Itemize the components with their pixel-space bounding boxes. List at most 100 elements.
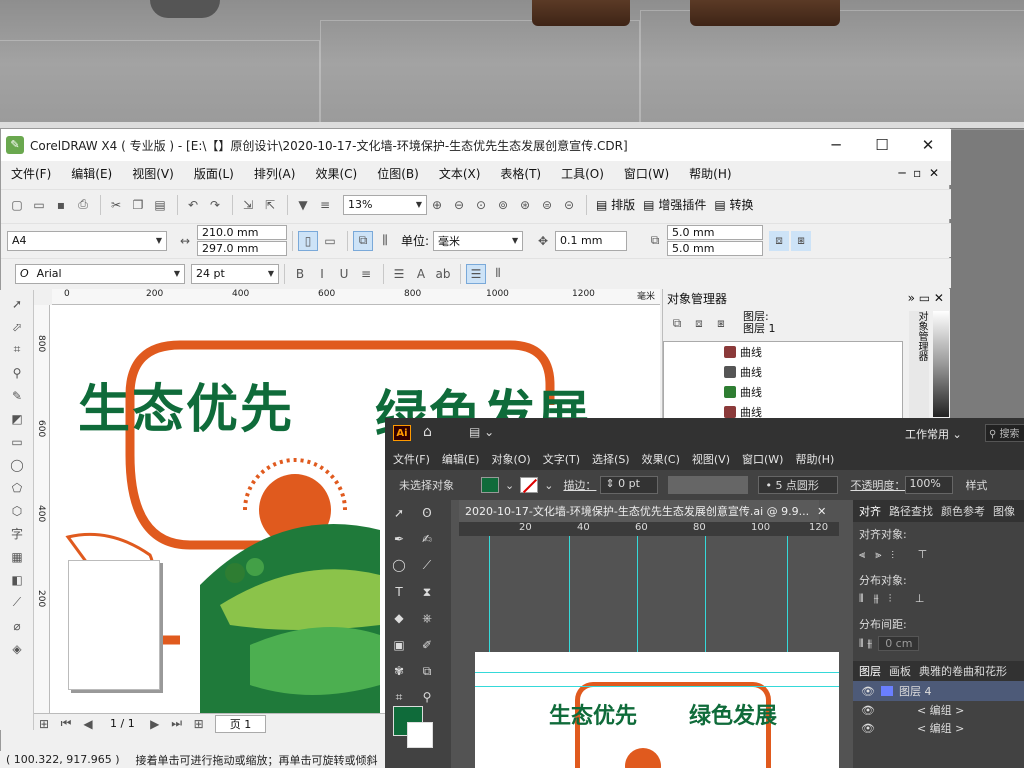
duplicate-x-field[interactable]: 5.0 mm xyxy=(667,225,764,240)
export-icon[interactable]: ⇱ xyxy=(260,195,280,215)
warp-tool-icon[interactable]: ⎈ xyxy=(415,609,439,629)
save-icon[interactable]: ▪ xyxy=(51,195,71,215)
menu-arrange[interactable]: 排列(A) xyxy=(254,165,296,182)
layer-row[interactable]: 👁 < 编组 > xyxy=(853,701,1024,719)
text-tool-icon[interactable]: 字 xyxy=(7,524,27,543)
snap-icon[interactable]: ⧆ xyxy=(791,230,812,251)
artboard-tool-icon[interactable]: ⌗ xyxy=(387,688,411,708)
tab-align[interactable]: 对齐 xyxy=(859,503,881,519)
ai-menu-file[interactable]: 文件(F) xyxy=(393,451,430,467)
brush-definition[interactable]: • 5 点圆形 xyxy=(758,476,839,494)
interactive-tool-icon[interactable]: ◧ xyxy=(7,570,27,589)
type-tool-icon[interactable]: T xyxy=(387,582,411,602)
publish-pdf-icon[interactable]: ▼ xyxy=(293,195,313,215)
tab-pathfinder[interactable]: 路径查找 xyxy=(889,503,933,519)
ai-document-area[interactable]: 20 40 60 80 100 120 生态优先 绿色发展 xyxy=(459,522,839,768)
curvature-tool-icon[interactable]: ✍ xyxy=(415,529,439,549)
spacing-buttons[interactable]: ⫴ ⫵ xyxy=(859,637,872,651)
eyedropper-tool-icon[interactable]: ⟋ xyxy=(7,593,27,612)
maximize-button[interactable]: ☐ xyxy=(859,129,905,161)
symbol-sprayer-icon[interactable]: ✾ xyxy=(387,661,411,681)
page-height-field[interactable]: 297.0 mm xyxy=(197,241,287,256)
menu-file[interactable]: 文件(F) xyxy=(11,165,51,182)
zoom-height-icon[interactable]: ⊝ xyxy=(559,195,579,215)
eye-icon[interactable]: 👁 xyxy=(861,722,875,735)
menu-table[interactable]: 表格(T) xyxy=(500,165,541,182)
page-width-field[interactable]: 210.0 mm xyxy=(197,225,287,240)
zoom-all-icon[interactable]: ⊚ xyxy=(493,195,513,215)
undo-icon[interactable]: ↶ xyxy=(183,195,203,215)
polygon-tool-icon[interactable]: ⬠ xyxy=(7,478,27,497)
eye-icon[interactable]: 👁 xyxy=(861,704,875,717)
ellipse-tool-icon[interactable]: ◯ xyxy=(7,455,27,474)
copy-icon[interactable]: ❐ xyxy=(128,195,148,215)
shape-builder-icon[interactable]: ▣ xyxy=(387,635,411,655)
fill-swatch[interactable] xyxy=(481,477,499,493)
menu-window[interactable]: 窗口(W) xyxy=(624,165,669,182)
vertical-text-icon[interactable]: ⦀ xyxy=(488,264,508,284)
zoom-width-icon[interactable]: ⊜ xyxy=(537,195,557,215)
stroke-color-icon[interactable] xyxy=(407,722,433,748)
align-icon[interactable]: ≡ xyxy=(356,264,376,284)
tab-brushes[interactable]: 典雅的卷曲和花形 xyxy=(919,663,1007,679)
prev-page-icon[interactable]: ◀ xyxy=(78,714,98,734)
shape-tool-icon[interactable]: ⬀ xyxy=(7,317,27,336)
freehand-tool-icon[interactable]: ✎ xyxy=(7,386,27,405)
edit-text-icon[interactable]: ab xyxy=(433,264,453,284)
paper-size-combo[interactable]: A4 ▼ xyxy=(7,230,167,251)
ai-menu-effect[interactable]: 效果(C) xyxy=(642,451,680,467)
menu-help[interactable]: 帮助(H) xyxy=(689,165,731,182)
basic-shapes-icon[interactable]: ⬡ xyxy=(7,501,27,520)
show-properties-icon[interactable]: ⧉ xyxy=(667,313,687,333)
current-page-icon[interactable]: ⫼ xyxy=(375,231,395,251)
tab-layers[interactable]: 图层 xyxy=(859,663,881,679)
outline-tool-icon[interactable]: ⌀ xyxy=(7,616,27,635)
open-icon[interactable]: ▭ xyxy=(29,195,49,215)
first-page-icon[interactable]: ⏮ xyxy=(56,714,76,734)
dropcap-icon[interactable]: A xyxy=(411,264,431,284)
add-page-after-icon[interactable]: ⊞ xyxy=(189,714,209,734)
ai-menu-type[interactable]: 文字(T) xyxy=(543,451,580,467)
layout-plugin-button[interactable]: ▤ 排版 xyxy=(596,196,635,213)
units-combo[interactable]: 毫米 ▼ xyxy=(433,230,524,251)
tab-image[interactable]: 图像 xyxy=(993,503,1015,519)
distribute-buttons[interactable]: ⫴⫵⫶ ⊥ xyxy=(853,590,1024,608)
selection-tool-icon[interactable]: ➚ xyxy=(387,503,411,523)
close-button[interactable]: ✕ xyxy=(905,129,951,161)
paste-icon[interactable]: ▤ xyxy=(150,195,170,215)
layer-manager-icon[interactable]: ⧆ xyxy=(711,313,731,333)
home-icon[interactable]: ⌂ xyxy=(423,424,432,440)
stroke-weight-field[interactable]: ⇕ 0 pt xyxy=(600,476,659,494)
eyedropper-icon[interactable]: ✐ xyxy=(415,635,439,655)
underline-icon[interactable]: U xyxy=(334,264,354,284)
arrange-documents-icon[interactable]: ▤ ⌄ xyxy=(469,425,494,439)
align-buttons[interactable]: ⫷⫸⫶ ⊤ xyxy=(853,546,1024,564)
stroke-label[interactable]: 描边： xyxy=(563,477,596,493)
add-page-icon[interactable]: ⊞ xyxy=(34,714,54,734)
ai-menu-edit[interactable]: 编辑(E) xyxy=(442,451,480,467)
eraser-tool-icon[interactable]: ◆ xyxy=(387,608,411,628)
workspace-switcher[interactable]: 工作常用 ⌄ xyxy=(905,426,962,442)
ai-menu-window[interactable]: 窗口(W) xyxy=(742,451,783,467)
ai-document-tab[interactable]: 2020-10-17-文化墙-环境保护-生态优先生态发展创意宣传.ai @ 9.… xyxy=(459,500,826,522)
new-icon[interactable]: ▢ xyxy=(7,195,27,215)
object-manager-side-tab[interactable]: 对象管理器 xyxy=(909,311,929,419)
tab-color-guide[interactable]: 颜色参考 xyxy=(941,503,985,519)
menu-bitmaps[interactable]: 位图(B) xyxy=(377,165,419,182)
zoom-out-icon[interactable]: ⊖ xyxy=(449,195,469,215)
horizontal-text-icon[interactable]: ☰ xyxy=(466,263,486,284)
menu-text[interactable]: 文本(X) xyxy=(439,165,481,182)
import-icon[interactable]: ⇲ xyxy=(238,195,258,215)
opacity-field[interactable]: 100% xyxy=(905,476,954,494)
variable-width-profile[interactable] xyxy=(668,476,749,494)
stroke-swatch[interactable] xyxy=(520,477,539,494)
curve-item[interactable]: 曲线 xyxy=(724,344,762,360)
ai-menu-help[interactable]: 帮助(H) xyxy=(795,451,834,467)
search-field[interactable]: ⚲ 搜索 xyxy=(985,424,1024,442)
enhance-plugin-button[interactable]: ▤ 增强插件 xyxy=(643,196,706,213)
menu-view[interactable]: 视图(V) xyxy=(132,165,174,182)
layer-row[interactable]: 👁 < 编组 > xyxy=(853,719,1024,737)
options-icon[interactable]: ≡ xyxy=(315,195,335,215)
italic-icon[interactable]: I xyxy=(312,264,332,284)
treat-as-filled-icon[interactable]: ⧈ xyxy=(769,230,790,251)
